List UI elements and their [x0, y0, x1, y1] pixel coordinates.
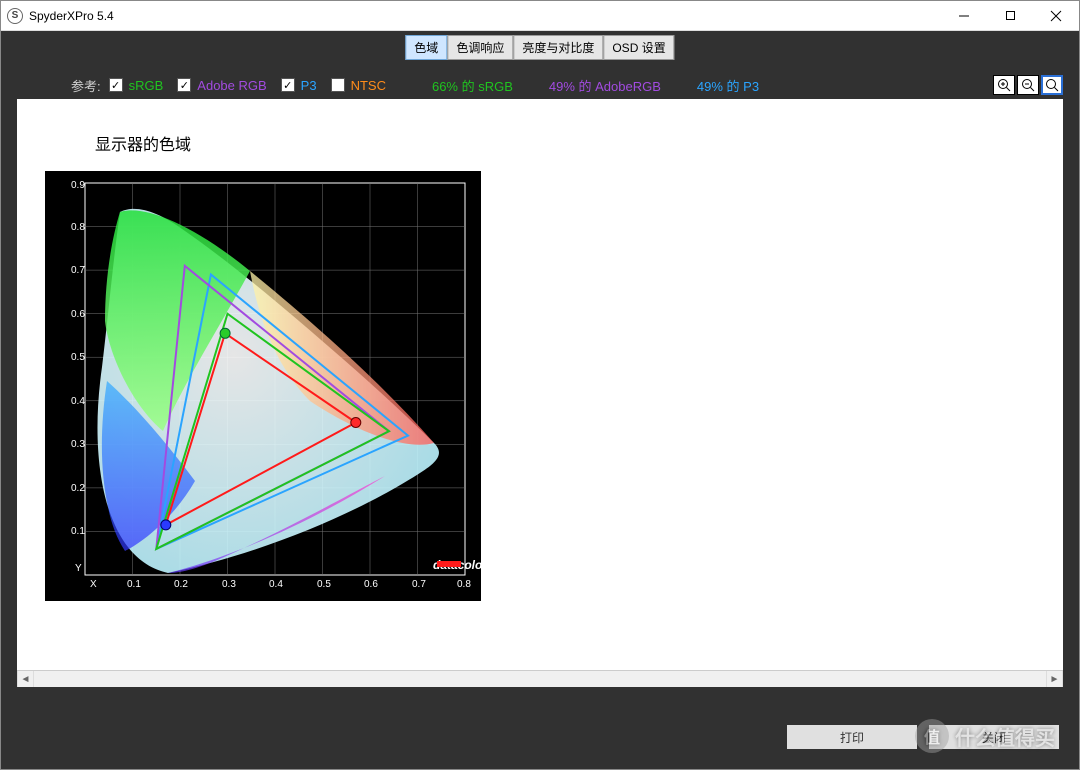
close-button[interactable]: [1033, 1, 1079, 30]
ref-ntsc: NTSC: [351, 78, 386, 93]
zoom-in-button[interactable]: [993, 75, 1015, 95]
y-axis-label: Y: [75, 563, 82, 574]
horizontal-scrollbar[interactable]: ◄ ►: [17, 670, 1063, 687]
svg-text:0.7: 0.7: [71, 265, 85, 276]
hscroll-left-arrow[interactable]: ◄: [17, 671, 34, 687]
reference-label: 参考:: [71, 76, 101, 95]
zoom-out-button[interactable]: [1017, 75, 1039, 95]
tab-osd[interactable]: OSD 设置: [603, 35, 674, 60]
stat-p3: 49% 的 P3: [697, 76, 759, 95]
svg-text:0.2: 0.2: [71, 483, 85, 494]
stat-adobergb: 49% 的 AdobeRGB: [549, 76, 661, 95]
minimize-icon: [958, 10, 970, 22]
checkbox-adobergb[interactable]: [177, 78, 191, 92]
checkbox-ntsc[interactable]: [331, 78, 345, 92]
svg-text:0.1: 0.1: [127, 579, 141, 590]
brand-swatch: [437, 561, 461, 567]
svg-text:0.3: 0.3: [71, 439, 85, 450]
client-area: 色域 色调响应 亮度与对比度 OSD 设置 参考: sRGB Adobe RGB…: [1, 31, 1079, 769]
tab-brightcon[interactable]: 亮度与对比度: [513, 35, 603, 60]
svg-text:0.4: 0.4: [269, 579, 283, 590]
svg-text:0.1: 0.1: [71, 526, 85, 537]
checkbox-srgb[interactable]: [109, 78, 123, 92]
spectral-locus: [97, 209, 438, 573]
svg-text:0.9: 0.9: [71, 180, 85, 191]
zoom-tools: [993, 75, 1063, 95]
ref-srgb: sRGB: [129, 78, 164, 93]
zoom-in-icon: [996, 77, 1012, 93]
tab-strip: 色域 色调响应 亮度与对比度 OSD 设置: [405, 35, 674, 60]
stat-srgb: 66% 的 sRGB: [432, 76, 513, 95]
zoom-fit-button[interactable]: [1041, 75, 1063, 95]
maximize-icon: [1005, 10, 1016, 21]
svg-text:0.3: 0.3: [222, 579, 236, 590]
svg-text:0.4: 0.4: [71, 396, 85, 407]
bottom-bar: 打印 关闭: [787, 725, 1059, 749]
print-button[interactable]: 打印: [787, 725, 917, 749]
close-window-button[interactable]: 关闭: [929, 725, 1059, 749]
titlebar: S SpyderXPro 5.4: [1, 1, 1079, 31]
gamut-chart-svg: datacolor 0.10.20.30.40.50.60.70.80.9 0.…: [45, 171, 481, 601]
svg-text:0.8: 0.8: [457, 579, 471, 590]
checkbox-p3[interactable]: [281, 78, 295, 92]
zoom-fit-icon: [1044, 77, 1060, 93]
x-axis-label: X: [90, 579, 97, 590]
svg-text:0.6: 0.6: [71, 309, 85, 320]
tab-tonecurve[interactable]: 色调响应: [447, 35, 513, 60]
maximize-button[interactable]: [987, 1, 1033, 30]
tab-gamut[interactable]: 色域: [405, 35, 447, 60]
window-controls: [941, 1, 1079, 30]
app-window: S SpyderXPro 5.4 色域 色调响应 亮度与对比度 OSD 设置 参…: [0, 0, 1080, 770]
window-title: SpyderXPro 5.4: [29, 9, 941, 23]
svg-text:0.6: 0.6: [364, 579, 378, 590]
gamut-chart: datacolor 0.10.20.30.40.50.60.70.80.9 0.…: [45, 171, 481, 601]
svg-text:0.7: 0.7: [412, 579, 426, 590]
svg-text:0.8: 0.8: [71, 222, 85, 233]
reference-bar: 参考: sRGB Adobe RGB P3 NTSC 66% 的 sRGB 49…: [71, 75, 1063, 95]
hscroll-right-arrow[interactable]: ►: [1046, 671, 1063, 687]
minimize-button[interactable]: [941, 1, 987, 30]
svg-text:0.5: 0.5: [71, 352, 85, 363]
svg-text:0.5: 0.5: [317, 579, 331, 590]
chart-title: 显示器的色域: [95, 131, 1035, 155]
ref-p3: P3: [301, 78, 317, 93]
content-scroll[interactable]: 显示器的色域: [17, 99, 1063, 687]
svg-text:0.2: 0.2: [174, 579, 188, 590]
close-icon: [1050, 10, 1062, 22]
content-panel: 显示器的色域: [17, 99, 1063, 687]
app-icon: S: [7, 8, 23, 24]
zoom-out-icon: [1020, 77, 1036, 93]
ref-adobergb: Adobe RGB: [197, 78, 266, 93]
